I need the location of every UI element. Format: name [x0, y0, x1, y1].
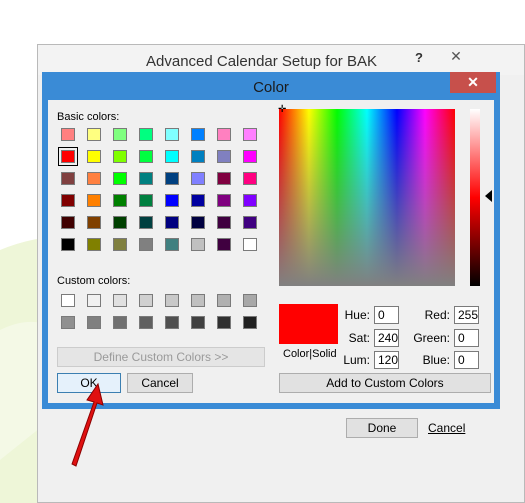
back-close-button[interactable]: ✕: [434, 46, 478, 66]
custom-color-swatch[interactable]: [87, 294, 101, 307]
basic-color-swatch[interactable]: [87, 238, 101, 251]
basic-color-swatch[interactable]: [58, 147, 78, 166]
custom-color-swatch[interactable]: [243, 316, 257, 329]
basic-color-swatch[interactable]: [191, 128, 205, 141]
basic-colors-label: Basic colors:: [57, 111, 120, 123]
basic-color-swatch[interactable]: [139, 150, 153, 163]
lum-label: Lum:: [343, 353, 370, 367]
basic-color-swatch[interactable]: [61, 172, 75, 185]
custom-color-swatch[interactable]: [243, 294, 257, 307]
custom-color-swatch[interactable]: [165, 294, 179, 307]
basic-color-swatch[interactable]: [191, 238, 205, 251]
basic-color-swatch[interactable]: [87, 194, 101, 207]
custom-color-swatch[interactable]: [61, 316, 75, 329]
custom-color-swatch[interactable]: [191, 316, 205, 329]
custom-color-swatch[interactable]: [191, 294, 205, 307]
back-dialog-title: Advanced Calendar Setup for BAK: [146, 53, 377, 70]
hue-field[interactable]: 0: [374, 306, 399, 324]
color-solid-preview: [279, 304, 338, 344]
basic-color-swatch[interactable]: [113, 216, 127, 229]
lum-field[interactable]: 120: [374, 351, 399, 369]
basic-color-swatch[interactable]: [191, 216, 205, 229]
basic-color-swatch[interactable]: [243, 150, 257, 163]
basic-color-swatch[interactable]: [243, 216, 257, 229]
basic-color-swatch[interactable]: [113, 194, 127, 207]
crosshair-icon: ✛: [278, 104, 287, 115]
custom-color-swatch[interactable]: [113, 316, 127, 329]
basic-color-swatch[interactable]: [139, 216, 153, 229]
custom-color-swatch[interactable]: [61, 294, 75, 307]
blue-label: Blue:: [422, 353, 450, 367]
basic-color-swatch[interactable]: [139, 238, 153, 251]
basic-color-swatch[interactable]: [61, 216, 75, 229]
basic-color-swatch[interactable]: [217, 172, 231, 185]
hue-label: Hue:: [344, 308, 370, 322]
custom-color-swatch[interactable]: [217, 294, 231, 307]
basic-color-swatch[interactable]: [191, 150, 205, 163]
basic-color-swatch[interactable]: [217, 238, 231, 251]
back-dialog-titlebar: Advanced Calendar Setup for BAK ? ✕: [38, 45, 524, 75]
basic-color-swatch[interactable]: [61, 128, 75, 141]
basic-color-swatch[interactable]: [61, 238, 75, 251]
basic-color-swatch[interactable]: [87, 172, 101, 185]
custom-color-swatch[interactable]: [139, 316, 153, 329]
basic-color-swatch[interactable]: [113, 128, 127, 141]
custom-color-swatch[interactable]: [165, 316, 179, 329]
back-cancel-link[interactable]: Cancel: [428, 421, 465, 435]
custom-color-swatch[interactable]: [139, 294, 153, 307]
add-to-custom-colors-button[interactable]: Add to Custom Colors: [279, 373, 491, 393]
custom-color-swatch[interactable]: [87, 316, 101, 329]
basic-color-swatch[interactable]: [87, 216, 101, 229]
basic-color-swatch[interactable]: [243, 238, 257, 251]
basic-color-swatch[interactable]: [191, 194, 205, 207]
basic-color-swatch[interactable]: [61, 194, 75, 207]
basic-color-swatch[interactable]: [113, 238, 127, 251]
luminosity-slider[interactable]: [470, 109, 480, 286]
basic-color-swatch[interactable]: [165, 194, 179, 207]
red-label: Red:: [424, 308, 450, 322]
basic-color-swatch[interactable]: [113, 150, 127, 163]
color-dialog-body: Basic colors: Custom colors: Define Cust…: [48, 100, 494, 403]
basic-color-swatch[interactable]: [217, 150, 231, 163]
basic-color-swatch[interactable]: [113, 172, 127, 185]
basic-color-swatch[interactable]: [87, 150, 101, 163]
basic-color-swatch[interactable]: [165, 216, 179, 229]
blue-field[interactable]: 0: [454, 351, 479, 369]
custom-colors-label: Custom colors:: [57, 275, 131, 287]
basic-color-swatch[interactable]: [217, 128, 231, 141]
cancel-button[interactable]: Cancel: [127, 373, 193, 393]
sat-field[interactable]: 240: [374, 329, 399, 347]
basic-color-swatch[interactable]: [243, 172, 257, 185]
red-arrow-icon: [71, 382, 104, 467]
help-button[interactable]: ?: [407, 49, 431, 67]
red-field[interactable]: 255: [454, 306, 479, 324]
color-dialog: Color ✕ Basic colors: Custom colors: Def…: [42, 72, 500, 409]
green-field[interactable]: 0: [454, 329, 479, 347]
basic-color-swatch[interactable]: [87, 128, 101, 141]
basic-color-swatch[interactable]: [243, 194, 257, 207]
color-spectrum[interactable]: ✛: [278, 104, 455, 286]
luminosity-arrow-icon[interactable]: [485, 190, 492, 202]
basic-color-swatch[interactable]: [217, 216, 231, 229]
color-dialog-titlebar: Color ✕: [42, 72, 500, 100]
basic-color-swatch[interactable]: [139, 172, 153, 185]
color-dialog-title: Color: [253, 79, 289, 96]
custom-color-swatch[interactable]: [217, 316, 231, 329]
sat-label: Sat:: [348, 331, 370, 345]
color-close-button[interactable]: ✕: [450, 72, 496, 93]
basic-color-swatch[interactable]: [217, 194, 231, 207]
done-button[interactable]: Done: [346, 418, 418, 438]
basic-color-swatch[interactable]: [165, 150, 179, 163]
green-label: Green:: [413, 331, 450, 345]
basic-color-swatch[interactable]: [243, 128, 257, 141]
basic-color-swatch[interactable]: [165, 128, 179, 141]
custom-color-swatch[interactable]: [113, 294, 127, 307]
basic-color-swatch[interactable]: [165, 238, 179, 251]
define-custom-colors-button[interactable]: Define Custom Colors >>: [57, 347, 265, 367]
basic-color-swatch[interactable]: [165, 172, 179, 185]
basic-color-swatch[interactable]: [139, 128, 153, 141]
basic-color-swatch[interactable]: [191, 172, 205, 185]
basic-color-swatch[interactable]: [139, 194, 153, 207]
color-solid-label: Color|Solid: [283, 348, 337, 360]
